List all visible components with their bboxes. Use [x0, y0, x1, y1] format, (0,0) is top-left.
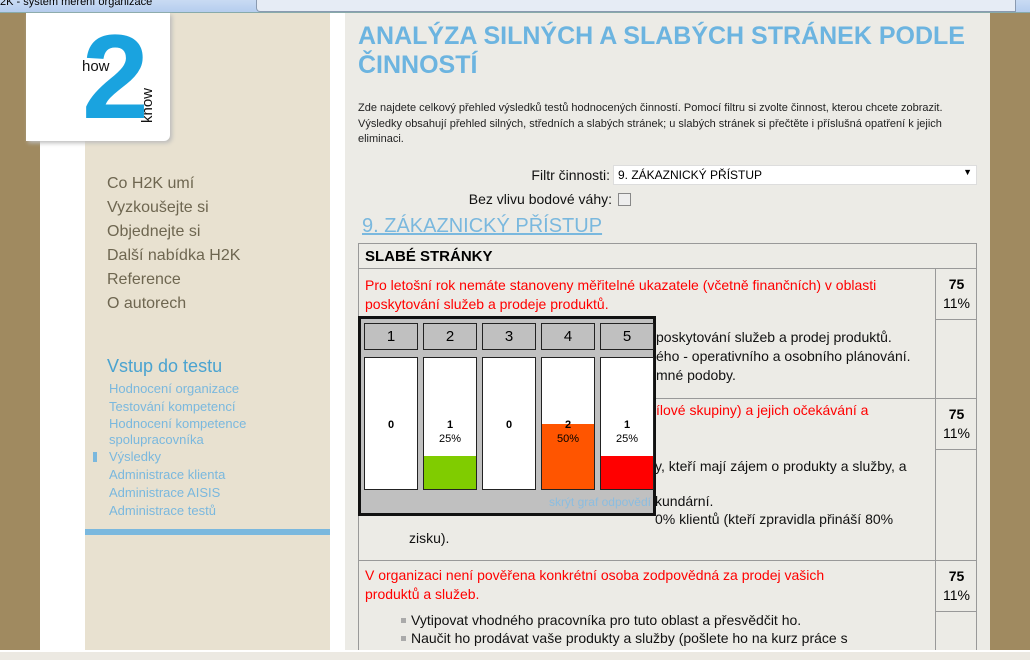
browser-toolbar [256, 0, 1016, 12]
sidebar-item[interactable]: Další nabídka H2K [107, 247, 240, 265]
filter-label: Filtr činnosti: [531, 167, 610, 183]
answer-count: 0 [505, 419, 513, 431]
sidebar-subitem[interactable]: Hodnocení organizace [109, 381, 279, 397]
svg-text:know: know [139, 88, 156, 123]
answer-bar-label: 1 25% [424, 418, 476, 446]
sidebar-item[interactable]: Vyzkoušejte si [107, 199, 209, 217]
measure-text: zisku). [409, 530, 450, 546]
active-marker [93, 452, 97, 462]
answer-bar: 2 50% [541, 357, 595, 490]
logo[interactable]: 2 how know [26, 10, 170, 144]
chevron-down-icon: ▼ [963, 167, 972, 177]
page-title: ANALÝZA SILNÝCH A SLABÝCH STRÁNEK PODLE … [358, 22, 965, 79]
weight-checkbox[interactable] [618, 193, 631, 206]
answer-chart-popup: 1 0 2 1 25% 3 0 4 2 50% 5 1 25% skrýt graf odpovědí [358, 316, 656, 516]
answer-column-header: 1 [364, 323, 418, 350]
answer-column-header: 3 [482, 323, 536, 350]
answer-bar: 0 [482, 357, 536, 490]
browser-title-bar: 2K - systém měření organizace [0, 0, 1030, 13]
bullet-icon [401, 618, 406, 623]
measure-text: poskytování služeb a prodej produktů. [656, 329, 892, 345]
sidebar-subitem[interactable]: Testování kompetencí [109, 399, 279, 415]
score-value: 75 [948, 406, 965, 422]
hide-chart-link[interactable]: skrýt graf odpovědí [549, 495, 651, 509]
answer-column-header: 4 [541, 323, 595, 350]
answer-count: 2 [564, 419, 572, 431]
sidebar-item[interactable]: Objednejte si [107, 223, 200, 241]
score-value: 75 [948, 568, 965, 584]
answer-bar-label: 0 [365, 418, 417, 432]
weakness-text: Pro letošní rok nemáte stanoveny měřitel… [365, 277, 877, 293]
sidebar-subitem[interactable]: Administrace AISIS [109, 485, 279, 501]
weakness-text: produktů a služeb. [365, 586, 480, 602]
sidebar-subitem[interactable]: Administrace klienta [109, 467, 279, 483]
table-header: SLABÉ STRÁNKY [365, 248, 493, 265]
answer-bar-fill [424, 456, 476, 489]
answer-percent: 25% [615, 433, 639, 445]
measure-text: mné podoby. [656, 367, 736, 383]
score-value: 75 [948, 276, 965, 292]
measure-text: y, kteří mají zájem o produkty a služby,… [655, 458, 907, 474]
section-link[interactable]: 9. ZÁKAZNICKÝ PŘÍSTUP [362, 215, 602, 238]
answer-bar: 0 [364, 357, 418, 490]
answer-count: 1 [446, 419, 454, 431]
weakness-text: V organizaci není pověřena konkrétní oso… [365, 567, 825, 583]
answer-bar-label: 0 [483, 418, 535, 432]
answer-bar: 1 25% [423, 357, 477, 490]
bullet-icon [401, 636, 406, 641]
answer-bar-label: 1 25% [601, 418, 653, 446]
filter-select[interactable]: 9. ZÁKAZNICKÝ PŘÍSTUP ▼ [613, 165, 977, 185]
answer-column-header: 5 [600, 323, 654, 350]
score-percent: 11% [943, 425, 970, 441]
weight-label: Bez vlivu bodové váhy: [468, 191, 612, 207]
weakness-text: poskytování služeb a prodeje produktů. [365, 296, 609, 312]
answer-bar-fill [601, 456, 653, 489]
score-percent: 11% [943, 587, 970, 603]
sidebar-subitem[interactable]: Hodnocení kompetence spolupracovníka [109, 416, 279, 448]
score-percent: 11% [943, 295, 970, 311]
browser-status-bar [0, 650, 1030, 660]
sidebar-section-title: Vstup do testu [107, 356, 223, 376]
answer-bar: 1 25% [600, 357, 654, 490]
intro-text: Zde najdete celkový přehled výsledků tes… [358, 102, 943, 145]
svg-text:how: how [82, 58, 110, 75]
measure-text: ého - operativního a osobního plánování. [656, 348, 911, 364]
browser-title: 2K - systém měření organizace [0, 0, 153, 8]
answer-percent: 25% [438, 433, 462, 445]
sidebar-item[interactable]: O autorech [107, 295, 186, 313]
answer-percent: 50% [556, 433, 580, 445]
sidebar-subitem[interactable]: Administrace testů [109, 503, 279, 519]
sidebar-item[interactable]: Reference [107, 271, 181, 289]
sidebar-divider [85, 529, 330, 535]
filter-value: 9. ZÁKAZNICKÝ PŘÍSTUP [618, 168, 763, 182]
answer-count: 0 [387, 419, 395, 431]
measure-text: kundární. [655, 493, 714, 509]
answer-count: 1 [623, 419, 631, 431]
divider [330, 13, 345, 650]
how2know-logo: 2 how know [82, 10, 156, 144]
measure-text: 0% klientů (kteří zpravidla přináší 80% [655, 511, 894, 527]
sidebar-subitem[interactable]: Výsledky [109, 449, 279, 465]
measure-text: Naučit ho prodávat vaše produkty a služb… [411, 630, 848, 646]
answer-bar-label: 2 50% [542, 418, 594, 446]
measure-text: Vytipovat vhodného pracovníka pro tuto o… [411, 612, 802, 628]
weakness-text: cílové skupiny) a jejich očekávání a [649, 402, 869, 418]
sidebar-item[interactable]: Co H2K umí [107, 175, 194, 193]
answer-column-header: 2 [423, 323, 477, 350]
